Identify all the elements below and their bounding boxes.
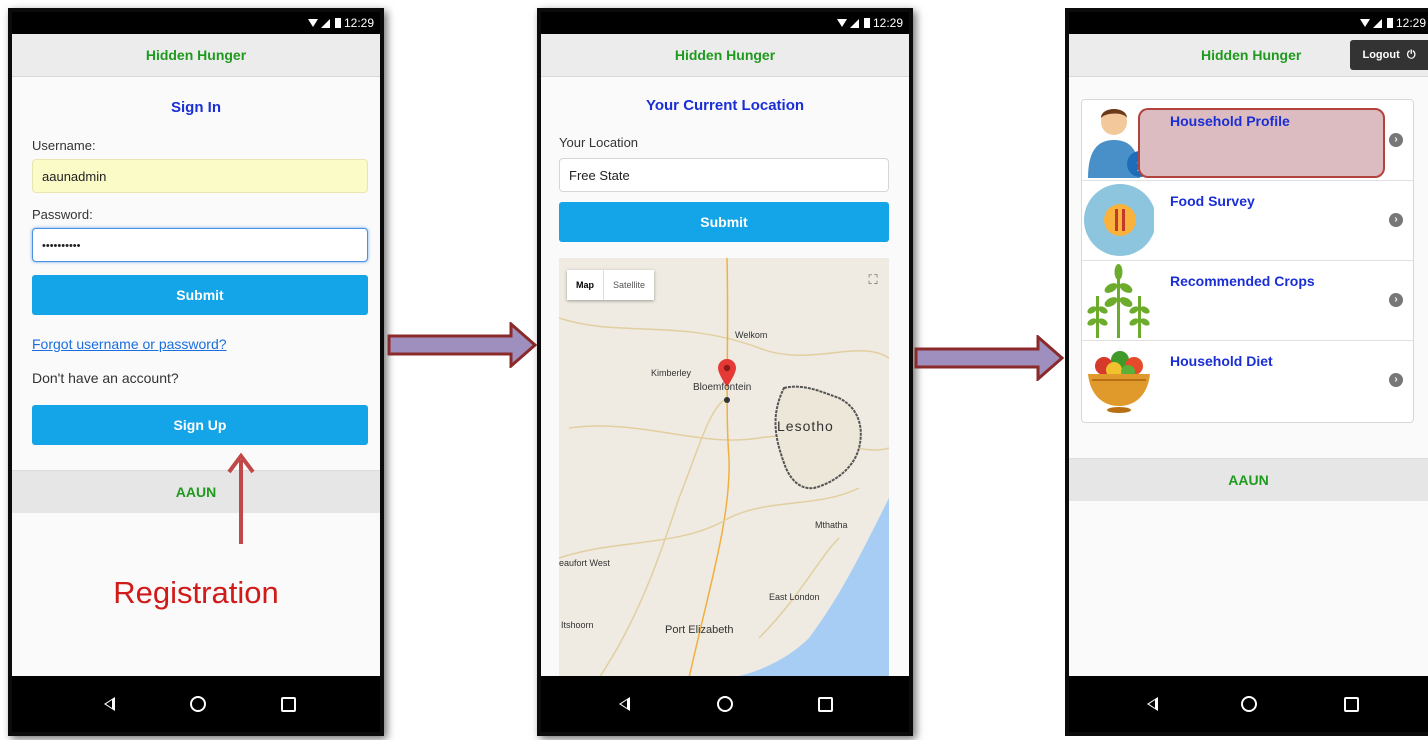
place-beaufort-west: Beaufort West bbox=[559, 558, 610, 568]
registration-arrow-icon bbox=[227, 452, 255, 544]
place-welkom: Welkom bbox=[735, 330, 768, 340]
app-title-text: Hidden Hunger bbox=[1201, 47, 1302, 63]
flow-arrow-icon bbox=[387, 322, 537, 368]
signin-heading: Sign In bbox=[171, 99, 221, 116]
menu-item-recommended-crops[interactable]: Recommended Crops › bbox=[1082, 260, 1413, 341]
phone-location: 12:29 Hidden Hunger Your Current Locatio… bbox=[537, 8, 913, 736]
wifi-icon bbox=[836, 19, 847, 27]
power-icon: ⏻ bbox=[1406, 49, 1416, 61]
phone-menu: 12:29 Hidden Hunger Logout ⏻ i Ho bbox=[1065, 8, 1428, 736]
nav-bar bbox=[12, 676, 380, 732]
no-account-text: Don't have an account? bbox=[32, 370, 179, 386]
signal-icon bbox=[320, 18, 330, 28]
map-view[interactable]: Map Satellite ⛶ Welkom Kimberley Bloemfo… bbox=[559, 258, 889, 678]
registration-annotation: Registration bbox=[113, 575, 279, 610]
app-title: Hidden Hunger bbox=[541, 34, 909, 77]
recents-icon[interactable] bbox=[813, 692, 837, 716]
menu-label: Household Profile bbox=[1170, 113, 1290, 129]
status-time: 12:29 bbox=[1395, 16, 1426, 30]
menu-label: Food Survey bbox=[1170, 193, 1255, 209]
menu-item-household-diet[interactable]: Household Diet › bbox=[1082, 340, 1413, 420]
app-title: Hidden Hunger Logout ⏻ bbox=[1069, 34, 1428, 77]
signin-submit-button[interactable]: Submit bbox=[32, 275, 368, 315]
back-icon[interactable] bbox=[1141, 692, 1165, 716]
back-icon[interactable] bbox=[613, 692, 637, 716]
chevron-right-icon: › bbox=[1389, 133, 1403, 147]
place-port-elizabeth: Port Elizabeth bbox=[665, 624, 734, 636]
signup-button[interactable]: Sign Up bbox=[32, 405, 368, 445]
satellite-tab[interactable]: Satellite bbox=[604, 270, 654, 300]
map-tab[interactable]: Map bbox=[567, 270, 604, 300]
username-input[interactable]: aaunadmin bbox=[32, 159, 368, 193]
battery-icon bbox=[334, 18, 341, 28]
location-screen: 12:29 Hidden Hunger Your Current Locatio… bbox=[541, 12, 909, 732]
recents-icon[interactable] bbox=[1339, 692, 1363, 716]
signal-icon bbox=[1372, 18, 1382, 28]
salad-bowl-icon bbox=[1088, 351, 1150, 413]
chevron-right-icon: › bbox=[1389, 373, 1403, 387]
fullscreen-icon[interactable]: ⛶ bbox=[865, 272, 881, 288]
recents-icon[interactable] bbox=[276, 692, 300, 716]
menu-item-household-profile[interactable]: i Household Profile › bbox=[1082, 100, 1413, 181]
nav-bar bbox=[1069, 676, 1428, 732]
place-mthatha: Mthatha bbox=[815, 520, 848, 530]
wifi-icon bbox=[1359, 19, 1370, 27]
signin-screen: 12:29 Hidden Hunger Sign In Username: aa… bbox=[12, 12, 380, 732]
food-survey-icon bbox=[1084, 184, 1154, 256]
place-bloemfontein: Bloemfontein bbox=[693, 382, 752, 393]
nav-bar bbox=[541, 676, 909, 732]
username-label: Username: bbox=[32, 138, 96, 153]
phone-signin: 12:29 Hidden Hunger Sign In Username: aa… bbox=[8, 8, 384, 736]
password-label: Password: bbox=[32, 207, 93, 222]
signal-icon bbox=[849, 18, 859, 28]
status-time: 12:29 bbox=[872, 16, 903, 30]
status-bar: 12:29 bbox=[1069, 12, 1428, 34]
status-time: 12:29 bbox=[343, 16, 374, 30]
crops-wheat-icon bbox=[1087, 264, 1150, 338]
password-input[interactable]: •••••••••• bbox=[32, 228, 368, 262]
location-heading: Your Current Location bbox=[645, 97, 805, 114]
menu-item-food-survey[interactable]: Food Survey › bbox=[1082, 180, 1413, 261]
logout-label: Logout bbox=[1362, 49, 1400, 61]
home-icon[interactable] bbox=[186, 692, 210, 716]
home-icon[interactable] bbox=[713, 692, 737, 716]
location-submit-button[interactable]: Submit bbox=[559, 202, 889, 242]
back-icon[interactable] bbox=[98, 692, 122, 716]
status-bar: 12:29 bbox=[541, 12, 909, 34]
map-canvas bbox=[559, 258, 889, 678]
logout-button[interactable]: Logout ⏻ bbox=[1350, 40, 1428, 70]
location-input[interactable]: Free State bbox=[559, 158, 889, 192]
battery-icon bbox=[1386, 18, 1393, 28]
map-type-control: Map Satellite bbox=[567, 270, 655, 300]
menu-label: Recommended Crops bbox=[1170, 273, 1315, 289]
chevron-right-icon: › bbox=[1389, 213, 1403, 227]
app-title: Hidden Hunger bbox=[12, 34, 380, 77]
main-menu: i Household Profile › Food Survey › bbox=[1081, 99, 1414, 423]
home-icon[interactable] bbox=[1237, 692, 1261, 716]
place-east-london: East London bbox=[769, 592, 820, 602]
flow-arrow-icon bbox=[914, 335, 1064, 381]
footer-bar: AAUN bbox=[1069, 458, 1428, 501]
wifi-icon bbox=[307, 19, 318, 27]
place-oudtshoorn: Itshoorn bbox=[561, 620, 594, 630]
chevron-right-icon: › bbox=[1389, 293, 1403, 307]
location-label: Your Location bbox=[559, 135, 639, 150]
place-kimberley: Kimberley bbox=[651, 368, 692, 378]
battery-icon bbox=[863, 18, 870, 28]
menu-screen: 12:29 Hidden Hunger Logout ⏻ i Ho bbox=[1069, 12, 1428, 732]
menu-label: Household Diet bbox=[1170, 353, 1273, 369]
place-lesotho: Lesotho bbox=[777, 418, 834, 434]
status-bar: 12:29 bbox=[12, 12, 380, 34]
forgot-password-link[interactable]: Forgot username or password? bbox=[32, 336, 227, 352]
footer-bar: AAUN bbox=[12, 470, 380, 513]
